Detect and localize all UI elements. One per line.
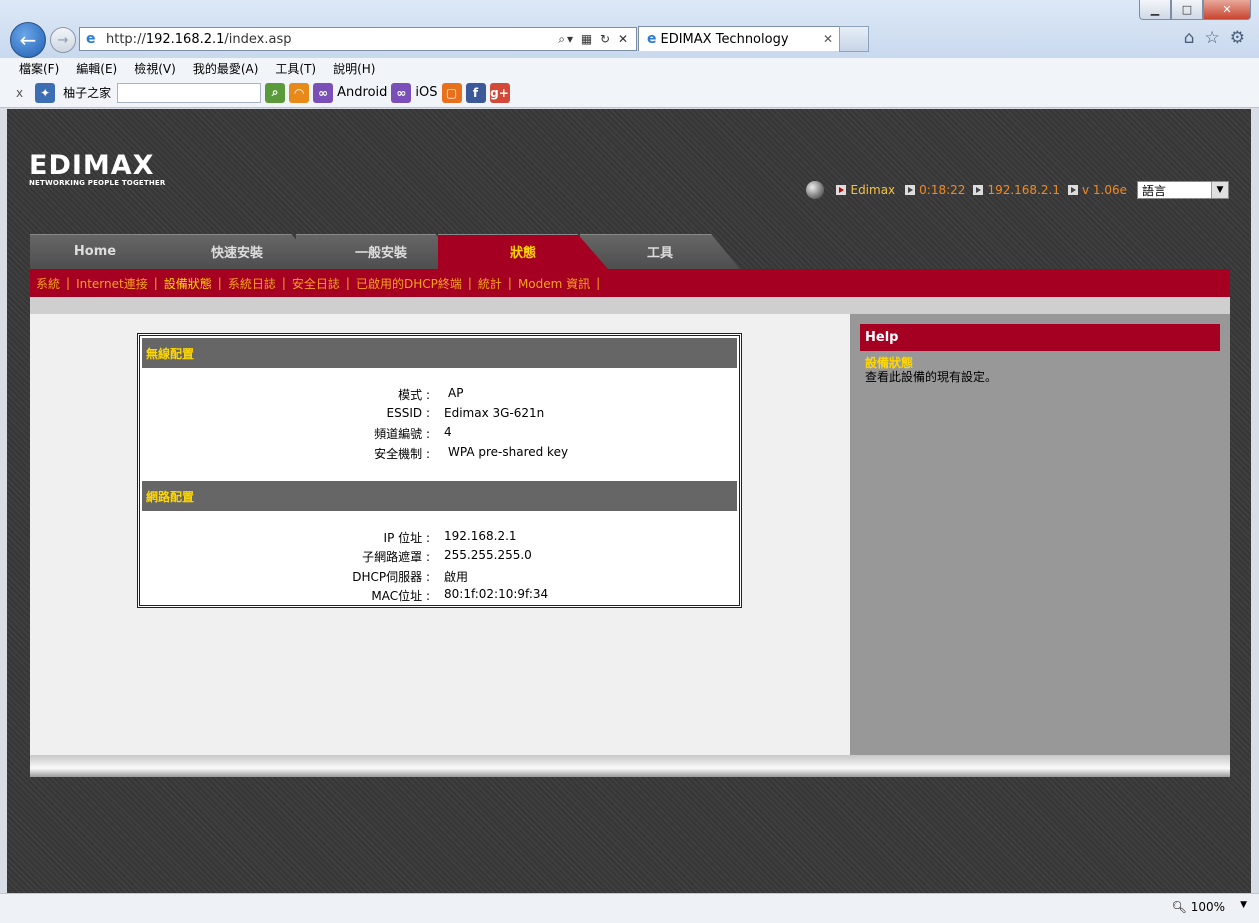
uptime: 0:18:22 [919, 183, 966, 197]
back-arrow-icon: ← [19, 28, 37, 52]
menu-file[interactable]: 檔案(F) [19, 60, 59, 77]
sub-nav-divider [30, 297, 1230, 314]
search-icon[interactable]: ⌕ [558, 32, 567, 46]
menu-edit[interactable]: 編輯(E) [76, 60, 117, 77]
main-content: 無線配置 模式 : AP ESSID : Edimax 3G-621n 頻道編號 :… [30, 314, 850, 755]
window-titlebar: ▁ □ ✕ ← → e http://192.168.2.1/index.asp… [0, 0, 1259, 58]
toolbar-android-link[interactable]: Android [337, 85, 387, 100]
facebook-icon[interactable]: f [465, 82, 486, 103]
address-controls[interactable]: ⌕▾ ▦ ↻ ✕ [558, 32, 630, 47]
zoom-icon: 🔍︎ [1171, 900, 1187, 914]
stop-icon[interactable]: ✕ [618, 32, 630, 46]
page-footer-bar [30, 755, 1230, 777]
device-ip: 192.168.2.1 [987, 183, 1060, 197]
help-sidebar: Help 設備狀態 查看此設備的現有設定。 [850, 314, 1230, 755]
sublink-system[interactable]: 系統 [36, 275, 60, 292]
link-icon[interactable]: ∞ [313, 82, 334, 103]
chevron-down-icon[interactable]: ▼ [1240, 900, 1247, 910]
toolbar-ios-link[interactable]: iOS [415, 85, 437, 100]
menu-tools[interactable]: 工具(T) [275, 60, 316, 77]
tab-close-icon[interactable]: ✕ [823, 32, 833, 46]
language-select[interactable]: 語言 ▼ [1137, 181, 1229, 199]
favorites-star-icon[interactable]: ☆ [1205, 28, 1220, 48]
info-row: 子網路遮罩 :255.255.255.0 [362, 548, 532, 564]
close-window-button[interactable]: ✕ [1203, 0, 1251, 20]
play-arrow-icon [905, 185, 916, 195]
status-panel: 無線配置 模式 : AP ESSID : Edimax 3G-621n 頻道編號 :… [137, 333, 742, 608]
sublink-modem-info[interactable]: Modem 資訊 [518, 275, 590, 292]
play-arrow-icon [1067, 185, 1078, 195]
toolbar-site-name[interactable]: 柚子之家 [63, 84, 111, 101]
router-page: EDIMAX NETWORKING PEOPLE TOGETHER Edimax… [7, 109, 1251, 893]
zoom-control[interactable]: 🔍︎ 100% [1171, 900, 1225, 914]
sublink-statistics[interactable]: 統計 [478, 275, 502, 292]
browser-tab[interactable]: e EDIMAX Technology ✕ [638, 26, 840, 51]
window-controls: ▁ □ ✕ [1139, 0, 1251, 20]
forward-arrow-icon: → [57, 32, 69, 48]
globe-icon [806, 181, 825, 199]
help-text: 查看此設備的現有設定。 [865, 370, 998, 384]
menu-help[interactable]: 說明(H) [333, 60, 375, 77]
tab-title: EDIMAX Technology [660, 31, 789, 47]
link-icon[interactable]: ∞ [391, 82, 412, 103]
refresh-icon[interactable]: ↻ [600, 32, 612, 46]
info-row: IP 位址 :192.168.2.1 [383, 529, 517, 545]
toolbar-search-input[interactable] [117, 82, 262, 103]
info-row: 頻道編號 :4 [374, 425, 452, 441]
sublink-internet[interactable]: Internet連接 [76, 275, 148, 292]
menu-view[interactable]: 檢視(V) [134, 60, 176, 77]
new-tab-button[interactable] [839, 26, 869, 52]
ie-icon: e [86, 31, 96, 47]
firmware-version: v 1.06e [1081, 183, 1127, 197]
home-icon[interactable]: ⌂ [1184, 28, 1195, 48]
info-row: 模式 : AP [398, 386, 464, 402]
main-nav-tabs: Home 快速安裝 一般安裝 工具 狀態 [30, 234, 1230, 269]
edimax-logo: EDIMAX NETWORKING PEOPLE TOGETHER [29, 150, 166, 187]
info-row: 安全機制 : WPA pre-shared key [374, 445, 569, 461]
info-row: MAC位址 :80:1f:02:10:9f:34 [371, 587, 549, 603]
minimize-button[interactable]: ▁ [1139, 0, 1171, 20]
tab-status[interactable]: 狀態 [438, 234, 608, 269]
sublink-dhcp-clients[interactable]: 已啟用的DHCP終端 [356, 275, 462, 292]
play-arrow-icon [973, 185, 984, 195]
menu-bar: 檔案(F) 編輯(E) 檢視(V) 我的最愛(A) 工具(T) 說明(H) [0, 58, 1259, 78]
sub-nav-bar: 系統 | Internet連接 | 設備狀態 | 系統日誌 | 安全日誌 | 已啟用的DH… [30, 269, 1230, 297]
sublink-security-log[interactable]: 安全日誌 [292, 275, 340, 292]
custom-toolbar: x ✦ 柚子之家 ⌕ ◠ ∞ Android ∞ iOS ▢ f g+ [0, 78, 1259, 108]
address-bar[interactable]: e http://192.168.2.1/index.asp ⌕▾ ▦ ↻ ✕ [79, 27, 637, 51]
device-model: Edimax [850, 183, 896, 197]
zoom-level: 100% [1190, 900, 1225, 914]
chevron-down-icon: ▼ [1211, 182, 1228, 198]
info-row: DHCP伺服器 : 啟用 [352, 570, 469, 584]
blogger-icon[interactable]: ▢ [441, 82, 462, 103]
network-section-title: 網路配置 [142, 481, 737, 511]
sublink-system-log[interactable]: 系統日誌 [228, 275, 276, 292]
info-row: ESSID : Edimax 3G-621n [386, 406, 545, 420]
help-heading: Help [860, 324, 1220, 351]
sublink-device-status[interactable]: 設備狀態 [164, 275, 212, 292]
maximize-button[interactable]: □ [1171, 0, 1203, 20]
rss-icon[interactable]: ◠ [289, 82, 310, 103]
wireless-section-title: 無線配置 [142, 338, 737, 368]
browser-right-icons: ⌂ ☆ ⚙ [1184, 28, 1245, 48]
gear-icon[interactable]: ⚙ [1230, 28, 1245, 48]
address-url[interactable]: http://192.168.2.1/index.asp [106, 32, 558, 47]
site-logo-icon[interactable]: ✦ [35, 82, 56, 103]
google-plus-icon[interactable]: g+ [489, 82, 510, 103]
back-button[interactable]: ← [10, 22, 46, 58]
toolbar-close-icon[interactable]: x [16, 86, 23, 100]
device-status-line: Edimax 0:18:22 192.168.2.1 v 1.06e 語言 ▼ [806, 181, 1229, 199]
ie-icon: e [647, 31, 657, 47]
play-arrow-icon [836, 185, 847, 195]
compat-icon[interactable]: ▦ [581, 32, 594, 46]
browser-status-bar: 🔍︎ 100% ▼ [0, 893, 1259, 923]
forward-button[interactable]: → [50, 27, 76, 53]
toolbar-search-icon[interactable]: ⌕ [265, 82, 286, 103]
menu-favorites[interactable]: 我的最愛(A) [193, 60, 259, 77]
